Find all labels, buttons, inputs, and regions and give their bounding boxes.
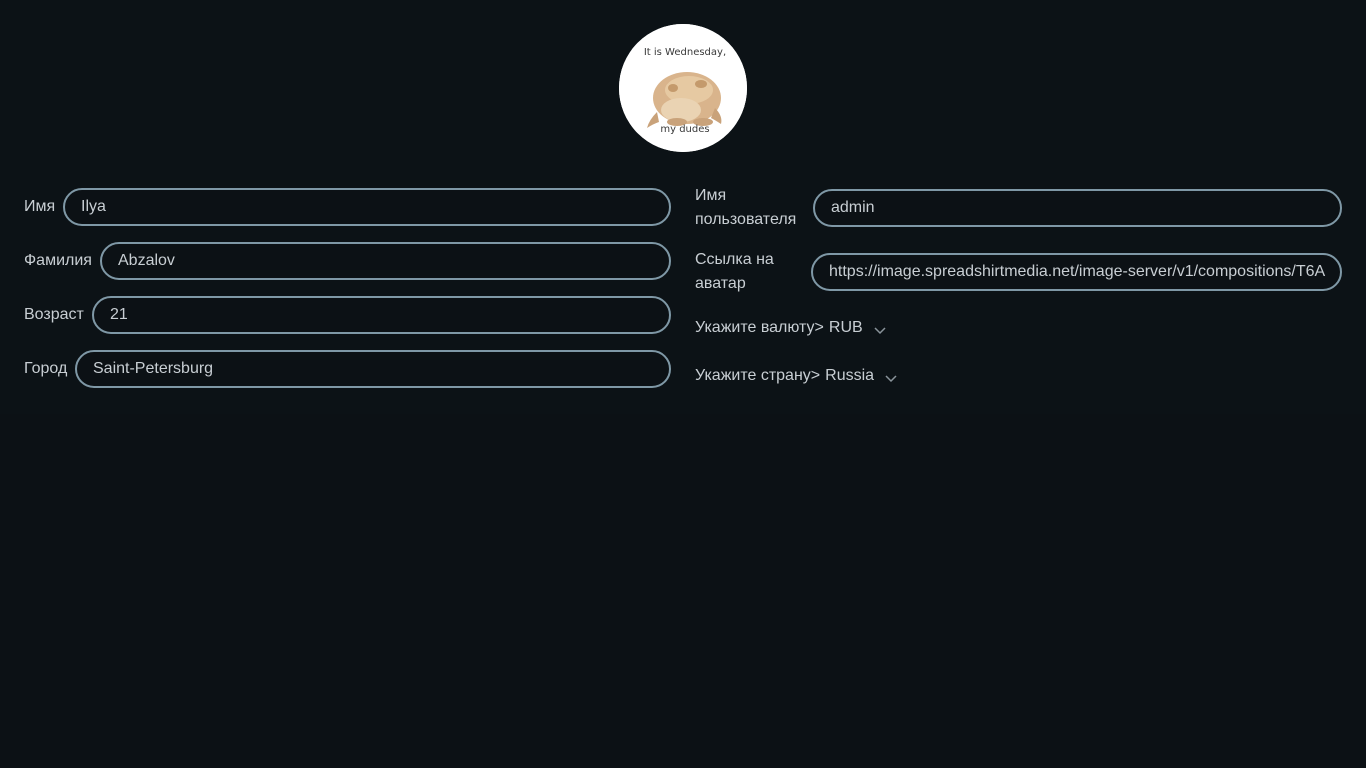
last-name-label: Фамилия bbox=[24, 252, 92, 269]
frog-avatar-image: It is Wednesday, my dudes bbox=[619, 24, 747, 152]
age-input[interactable]: 21 bbox=[92, 296, 671, 334]
age-label: Возраст bbox=[24, 306, 84, 323]
chevron-down-icon bbox=[873, 321, 887, 335]
city-label: Город bbox=[24, 360, 68, 377]
country-value: Russia bbox=[825, 367, 875, 384]
first-name-input[interactable]: Ilya bbox=[63, 188, 671, 226]
avatar: It is Wednesday, my dudes bbox=[619, 24, 747, 152]
last-name-input[interactable]: Abzalov bbox=[100, 242, 671, 280]
avatar-link-input[interactable]: https://image.spreadshirtmedia.net/image… bbox=[811, 253, 1342, 291]
username-label-line1: Имя bbox=[695, 187, 727, 204]
first-name-label: Имя bbox=[24, 198, 56, 215]
chevron-down-icon bbox=[884, 369, 898, 383]
avatar-caption-top: It is Wednesday, bbox=[644, 47, 726, 58]
currency-label: Укажите валюту> bbox=[695, 319, 824, 336]
currency-select[interactable]: Укажите валюту> RUB bbox=[695, 316, 887, 340]
avatar-link-label-line2: аватар bbox=[695, 275, 746, 292]
currency-value: RUB bbox=[828, 319, 863, 336]
country-label: Укажите страну> bbox=[695, 367, 821, 384]
city-input[interactable]: Saint-Petersburg bbox=[75, 350, 671, 388]
country-select[interactable]: Укажите страну> Russia bbox=[695, 364, 898, 388]
username-input[interactable]: admin bbox=[813, 189, 1342, 227]
username-label-line2: пользователя bbox=[695, 211, 797, 228]
avatar-caption-bottom: my dudes bbox=[660, 124, 709, 135]
avatar-link-label-line1: Ссылка на bbox=[695, 251, 774, 268]
profile-panel: It is Wednesday, my dudes Имя Ilya Фамил… bbox=[0, 0, 1366, 414]
